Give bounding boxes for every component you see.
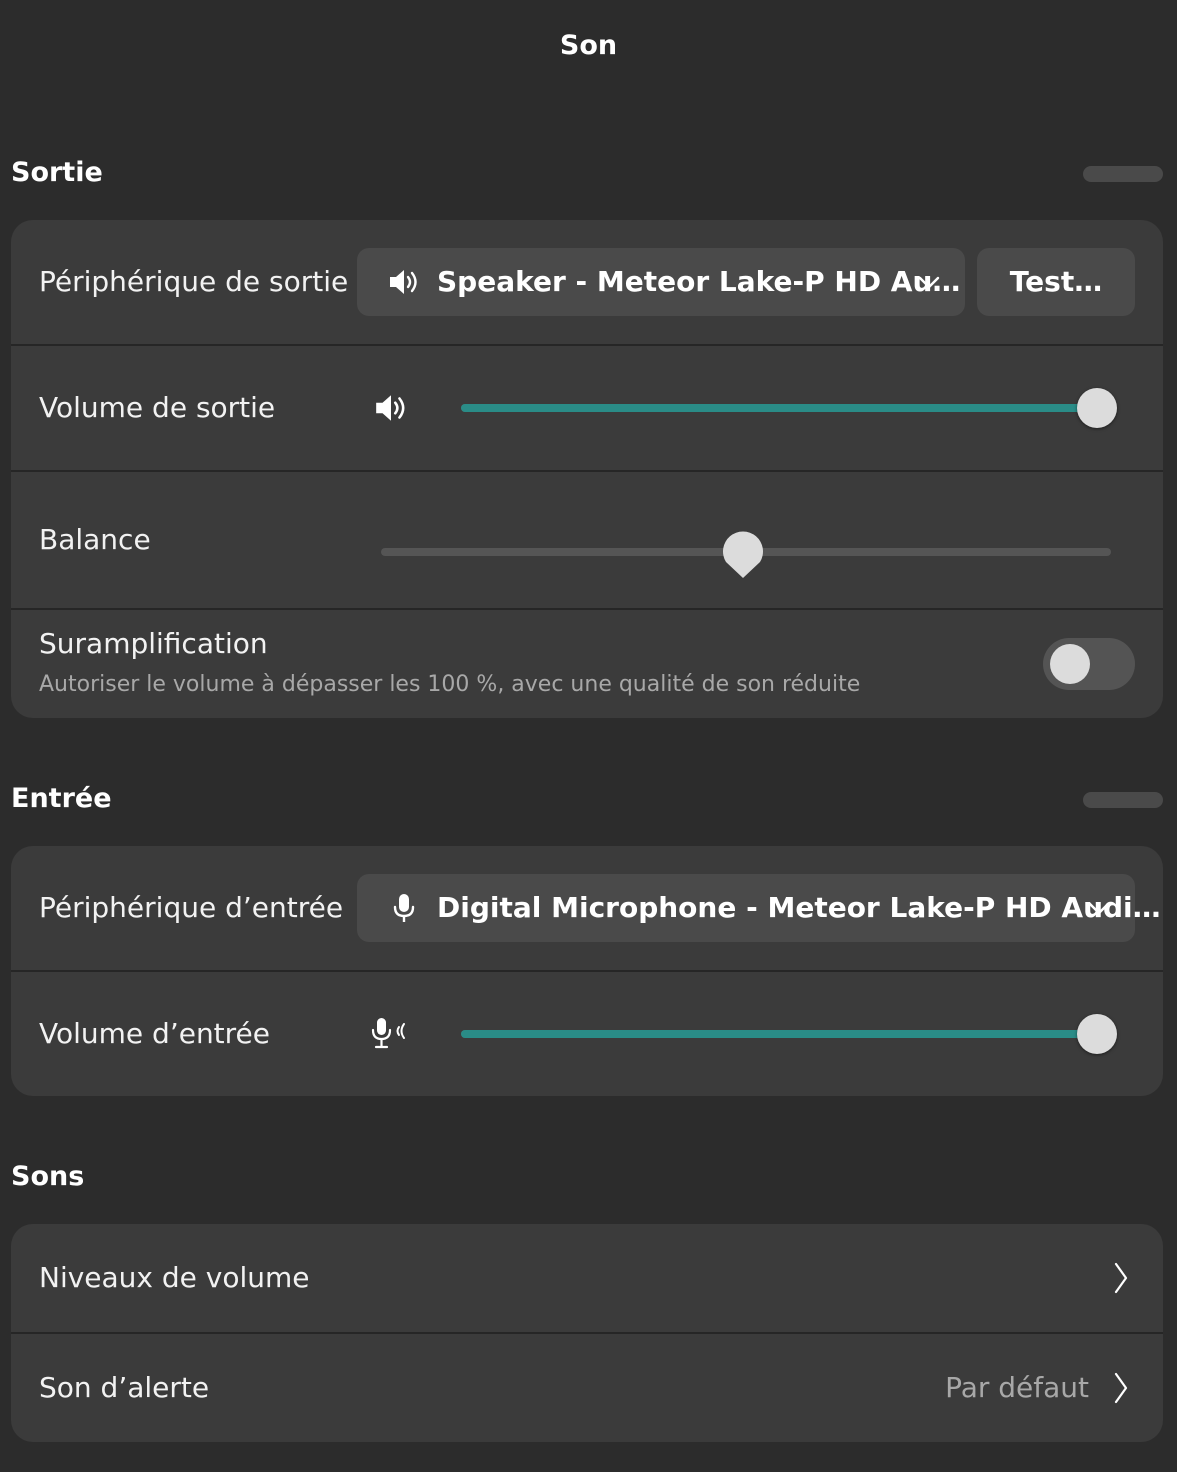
alert-sound-row[interactable]: Son d’alerte Par défaut — [11, 1334, 1163, 1442]
output-volume-slider[interactable] — [461, 404, 1107, 412]
toggle-knob — [1050, 644, 1090, 684]
microphone-icon — [393, 894, 415, 922]
input-volume-row: Volume d’entrée — [11, 972, 1163, 1096]
chevron-down-icon — [918, 276, 940, 289]
overamplification-description: Autoriser le volume à dépasser les 100 %… — [39, 672, 861, 697]
balance-label: Balance — [39, 523, 151, 556]
speaker-icon — [390, 270, 417, 294]
test-button[interactable]: Test… — [977, 248, 1135, 316]
input-volume-slider[interactable] — [461, 1030, 1107, 1038]
output-section-indicator — [1083, 166, 1163, 182]
speaker-icon — [376, 395, 405, 421]
input-device-row: Périphérique d’entrée Digital Microphone… — [11, 846, 1163, 970]
overamplification-row: Suramplification Autoriser le volume à d… — [11, 610, 1163, 718]
output-device-label: Périphérique de sortie — [39, 265, 349, 298]
balance-handle[interactable] — [721, 530, 765, 580]
alert-sound-label: Son d’alerte — [39, 1371, 210, 1404]
sounds-section-heading: Sons — [11, 1161, 85, 1192]
chevron-right-icon — [1114, 1262, 1128, 1294]
output-card: Périphérique de sortie Speaker - Meteor … — [11, 220, 1163, 718]
output-volume-fill — [461, 404, 1107, 412]
output-device-row: Périphérique de sortie Speaker - Meteor … — [11, 220, 1163, 344]
output-volume-handle[interactable] — [1077, 388, 1117, 428]
input-section-indicator — [1083, 792, 1163, 808]
balance-row: Balance — [11, 472, 1163, 608]
input-volume-handle[interactable] — [1077, 1014, 1117, 1054]
output-device-dropdown[interactable]: Speaker - Meteor Lake-P HD Au… — [357, 248, 965, 316]
chevron-right-icon — [1114, 1372, 1128, 1404]
input-device-dropdown[interactable]: Digital Microphone - Meteor Lake-P HD Au… — [357, 874, 1161, 942]
sound-settings-page: Son Sortie Périphérique de sortie Speake… — [0, 0, 1177, 1472]
input-section-heading: Entrée — [11, 783, 112, 814]
alert-sound-value: Par défaut — [945, 1371, 1089, 1404]
output-volume-row: Volume de sortie — [11, 346, 1163, 470]
input-volume-label: Volume d’entrée — [39, 1017, 271, 1050]
overamplification-toggle[interactable] — [1043, 638, 1135, 690]
page-title: Son — [559, 30, 618, 61]
input-device-label: Périphérique d’entrée — [39, 891, 344, 924]
overamplification-label: Suramplification — [39, 627, 268, 660]
output-volume-label: Volume de sortie — [39, 391, 276, 424]
input-card: Périphérique d’entrée Digital Microphone… — [11, 846, 1163, 1096]
output-device-value: Speaker - Meteor Lake-P HD Au… — [437, 265, 961, 298]
input-volume-fill — [461, 1030, 1107, 1038]
input-device-value: Digital Microphone - Meteor Lake-P HD Au… — [437, 891, 1161, 924]
microphone-sensitivity-icon — [371, 1018, 405, 1049]
output-section-heading: Sortie — [11, 157, 103, 188]
sounds-card: Niveaux de volume Son d’alerte Par défau… — [11, 1224, 1163, 1442]
volume-levels-row[interactable]: Niveaux de volume — [11, 1224, 1163, 1332]
chevron-down-icon — [1088, 902, 1110, 915]
volume-levels-label: Niveaux de volume — [39, 1261, 310, 1294]
